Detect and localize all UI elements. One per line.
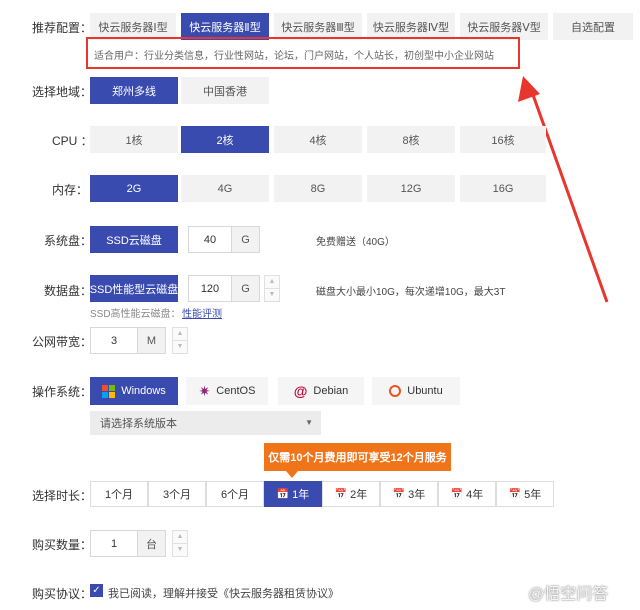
os-centos[interactable]: ✷ CentOS <box>186 377 268 405</box>
config-custom[interactable]: 自选配置 <box>553 13 633 40</box>
config-type-5[interactable]: 快云服务器Ⅴ型 <box>460 13 548 40</box>
duration-6-months[interactable]: 6个月 <box>206 481 264 507</box>
system-disk-size-input[interactable]: 40 <box>188 226 232 253</box>
duration-3-years[interactable]: 📅 3年 <box>380 481 438 507</box>
duration-label-text: 3年 <box>408 489 426 501</box>
decrease-icon[interactable]: ▼ <box>265 289 279 302</box>
data-disk-stepper[interactable]: ▲ ▼ <box>264 275 280 302</box>
memory-option-16g[interactable]: 16G <box>460 175 546 202</box>
duration-label-text: 3个月 <box>162 489 192 501</box>
bandwidth-label: 公网带宽： <box>32 335 93 349</box>
increase-icon[interactable]: ▲ <box>173 328 187 341</box>
promo-pointer <box>286 471 298 478</box>
os-debian[interactable]: @ Debian <box>278 377 364 405</box>
duration-label-text: 6个月 <box>220 489 250 501</box>
config-type-2[interactable]: 快云服务器Ⅱ型 <box>181 13 269 40</box>
duration-label-text: 1年 <box>292 489 310 501</box>
duration-label-text: 4年 <box>466 489 484 501</box>
calendar-icon: 📅 <box>450 488 464 500</box>
calendar-icon: 📅 <box>276 488 290 500</box>
debian-icon: @ <box>293 383 308 399</box>
calendar-icon: 📅 <box>334 488 348 500</box>
recommend-label: 推荐配置： <box>32 21 93 35</box>
region-zhengzhou[interactable]: 郑州多线 <box>90 77 178 104</box>
centos-icon: ✷ <box>198 382 211 399</box>
quantity-input[interactable]: 1 <box>90 530 138 557</box>
duration-1-month[interactable]: 1个月 <box>90 481 148 507</box>
duration-label: 选择时长： <box>32 489 93 503</box>
increase-icon[interactable]: ▲ <box>173 531 187 544</box>
duration-1-year[interactable]: 📅 1年 <box>264 481 322 507</box>
config-type-3[interactable]: 快云服务器Ⅲ型 <box>274 13 362 40</box>
system-disk-type-button[interactable]: SSD云磁盘 <box>90 226 178 253</box>
agreement-label: 购买协议： <box>32 587 93 601</box>
calendar-icon: 📅 <box>508 488 522 500</box>
memory-option-2g[interactable]: 2G <box>90 175 178 202</box>
duration-label-text: 2年 <box>350 489 368 501</box>
bandwidth-unit: M <box>138 327 166 354</box>
quantity-stepper[interactable]: ▲ ▼ <box>172 530 188 557</box>
watermark: @悟空问答 <box>528 586 609 603</box>
cpu-label: CPU ： <box>52 134 93 148</box>
bandwidth-stepper[interactable]: ▲ ▼ <box>172 327 188 354</box>
cpu-option-1[interactable]: 1核 <box>90 126 178 153</box>
promo-banner: 仅需10个月费用即可享受12个月服务 <box>264 443 451 471</box>
data-disk-size-input[interactable]: 120 <box>188 275 232 302</box>
duration-3-months[interactable]: 3个月 <box>148 481 206 507</box>
os-version-placeholder: 请选择系统版本 <box>100 418 177 430</box>
os-windows[interactable]: Windows <box>90 377 178 405</box>
decrease-icon[interactable]: ▼ <box>173 341 187 354</box>
region-label: 选择地域： <box>32 85 93 99</box>
os-ubuntu[interactable]: Ubuntu <box>372 377 460 405</box>
quantity-label: 购买数量： <box>32 538 93 552</box>
data-disk-type-button[interactable]: SSD性能型云磁盘 <box>90 275 178 302</box>
quantity-unit: 台 <box>138 530 166 557</box>
duration-2-years[interactable]: 📅 2年 <box>322 481 380 507</box>
windows-icon <box>102 384 116 398</box>
cpu-option-8[interactable]: 8核 <box>367 126 455 153</box>
config-type-4[interactable]: 快云服务器Ⅳ型 <box>367 13 455 40</box>
os-label: 操作系统： <box>32 385 93 399</box>
system-disk-unit: G <box>232 226 260 253</box>
config-type-1[interactable]: 快云服务器Ⅰ型 <box>90 13 176 40</box>
chevron-down-icon: ▼ <box>305 418 313 427</box>
os-version-select[interactable]: 请选择系统版本 ▼ <box>90 411 321 435</box>
suitable-users-text: 适合用户：行业分类信息，行业性网站，论坛，门户网站，个人站长，初创型中小企业网站 <box>94 51 494 62</box>
duration-4-years[interactable]: 📅 4年 <box>438 481 496 507</box>
cpu-option-4[interactable]: 4核 <box>274 126 362 153</box>
checkmark-icon: ✓ <box>92 585 101 596</box>
data-disk-subtext: SSD高性能云磁盘： <box>90 309 181 320</box>
increase-icon[interactable]: ▲ <box>265 276 279 289</box>
os-windows-label: Windows <box>121 385 166 397</box>
calendar-icon: 📅 <box>392 488 406 500</box>
performance-review-link[interactable]: 性能评测 <box>182 305 222 320</box>
decrease-icon[interactable]: ▼ <box>173 544 187 557</box>
memory-option-12g[interactable]: 12G <box>367 175 455 202</box>
os-ubuntu-label: Ubuntu <box>407 385 443 397</box>
agreement-text[interactable]: 我已阅读，理解并接受《快云服务器租赁协议》 <box>108 585 339 601</box>
data-disk-unit: G <box>232 275 260 302</box>
memory-label: 内存： <box>52 183 89 197</box>
cpu-option-2[interactable]: 2核 <box>181 126 269 153</box>
agreement-checkbox[interactable]: ✓ <box>90 584 103 597</box>
data-disk-note: 磁盘大小最小10G，每次递增10G，最大3T <box>316 287 506 298</box>
os-debian-label: Debian <box>313 385 349 397</box>
ubuntu-icon <box>389 385 402 397</box>
os-centos-label: CentOS <box>216 385 256 397</box>
system-disk-note: 免费赠送（40G） <box>316 237 395 248</box>
system-disk-label: 系统盘： <box>44 234 93 248</box>
bandwidth-input[interactable]: 3 <box>90 327 138 354</box>
duration-label-text: 5年 <box>524 489 542 501</box>
cpu-option-16[interactable]: 16核 <box>460 126 546 153</box>
duration-label-text: 1个月 <box>104 489 134 501</box>
memory-option-4g[interactable]: 4G <box>181 175 269 202</box>
memory-option-8g[interactable]: 8G <box>274 175 362 202</box>
region-hongkong[interactable]: 中国香港 <box>181 77 269 104</box>
data-disk-label: 数据盘： <box>44 284 93 298</box>
duration-5-years[interactable]: 📅 5年 <box>496 481 554 507</box>
